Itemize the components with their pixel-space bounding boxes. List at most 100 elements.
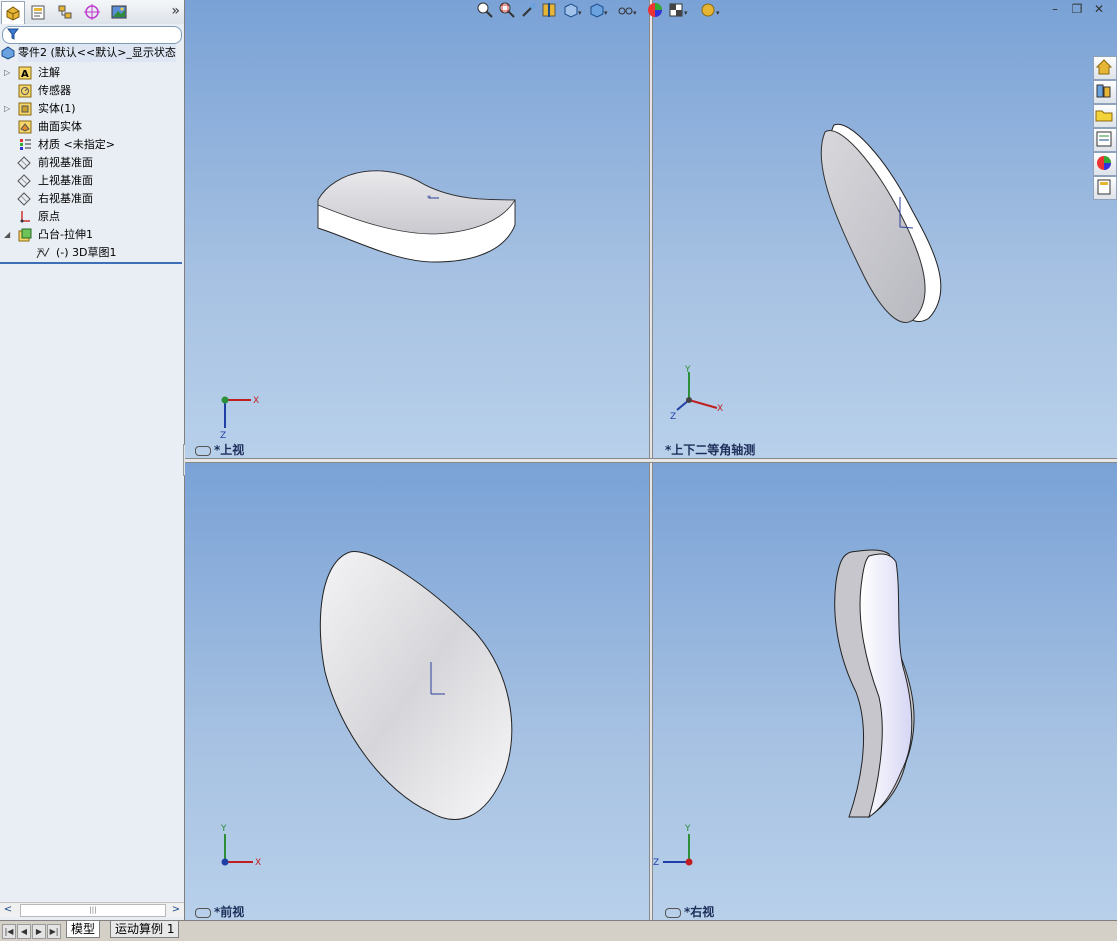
solid-body-icon [18, 102, 32, 116]
tree-item-label: 实体(1) [38, 102, 76, 115]
viewport-top[interactable]: * X Z *上视 [185, 0, 649, 458]
tree-item-label: (-) 3D草图1 [56, 246, 117, 259]
first-tab-icon[interactable]: |◀ [2, 924, 16, 939]
expand-icon[interactable]: ▷ [4, 64, 12, 82]
tree-item-label: 上视基准面 [38, 174, 93, 187]
tree-item-label: 前视基准面 [38, 156, 93, 169]
minimize-icon[interactable]: – [1047, 2, 1063, 16]
svg-text:A: A [21, 69, 29, 80]
tree-item-label: 曲面实体 [38, 120, 82, 133]
appearances-scenes-icon[interactable] [1093, 152, 1117, 176]
display-style-icon[interactable]: ▾ [589, 2, 608, 18]
bottom-tab-bar: |◀ ◀ ▶ ▶| 模型 运动算例 1 [0, 920, 1117, 941]
material-icon [18, 138, 32, 152]
svg-text:X: X [253, 396, 259, 406]
view-palette-icon[interactable] [1093, 128, 1117, 152]
svg-text:Z: Z [653, 858, 659, 868]
surface-body-icon [18, 120, 32, 134]
link-views-icon[interactable] [665, 907, 681, 918]
prev-tab-icon[interactable]: ◀ [17, 924, 31, 939]
viewport-label-top: *上视 [195, 441, 244, 458]
plane-icon [17, 156, 31, 170]
panel-tabs: » [0, 0, 184, 24]
part-icon [1, 46, 15, 60]
close-icon[interactable]: ✕ [1091, 2, 1107, 16]
restore-icon[interactable]: ❐ [1069, 2, 1085, 16]
tree-horizontal-scrollbar[interactable]: < ||| > [0, 902, 184, 917]
design-library-icon[interactable] [1093, 80, 1117, 104]
graphics-area: * X Z *上视 Y X Z *上下二等角轴测 Y X *前视 Y Z *右视… [185, 0, 1117, 920]
previous-view-icon[interactable] [521, 2, 537, 18]
view-settings-icon[interactable]: ▾ [701, 2, 720, 18]
edit-appearance-icon[interactable] [647, 2, 663, 18]
tree-root-label: 零件2 (默认<<默认>_显示状态 [18, 44, 176, 62]
hide-show-items-icon[interactable]: ▾ [617, 2, 637, 18]
svg-text:▾: ▾ [578, 9, 582, 17]
tree-item-label: 注解 [38, 66, 60, 79]
viewport-isometric[interactable]: Y X Z *上下二等角轴测 [651, 0, 1117, 458]
svg-text:Y: Y [684, 824, 691, 834]
origin-icon [18, 210, 32, 224]
tree-item-label: 凸台-拉伸1 [38, 228, 93, 241]
iso-view-model: Y X Z [670, 123, 942, 422]
extrude-icon [18, 228, 32, 242]
zoom-to-fit-icon[interactable] [477, 2, 493, 18]
svg-text:▾: ▾ [604, 9, 608, 17]
custom-properties-icon[interactable] [1093, 176, 1117, 200]
link-views-icon[interactable] [195, 907, 211, 918]
scroll-right-icon[interactable]: > [170, 904, 182, 916]
viewport-label-iso: *上下二等角轴测 [665, 443, 756, 457]
display-manager-icon[interactable] [108, 1, 130, 23]
view-orientation-icon[interactable]: ▾ [563, 2, 582, 18]
front-view-model: Y X [220, 551, 513, 868]
dimxpert-icon[interactable] [81, 1, 103, 23]
next-tab-icon[interactable]: ▶ [32, 924, 46, 939]
tree-filter-input[interactable] [2, 26, 182, 44]
property-manager-icon[interactable] [27, 1, 49, 23]
svg-text:Z: Z [670, 412, 676, 422]
section-view-icon[interactable] [541, 2, 557, 18]
right-view-model: Y Z [653, 549, 915, 868]
tab-motion-study[interactable]: 运动算例 1 [110, 921, 180, 938]
plane-icon [17, 192, 31, 206]
viewport-front[interactable]: Y X *前视 [185, 462, 649, 920]
svg-text:X: X [255, 858, 261, 868]
feature-manager-icon[interactable] [1, 1, 25, 24]
feature-manager-panel: » 零件2 (默认<<默认>_显示状态 ▷ A 注解 传感器 ▷ 实体(1) 曲… [0, 0, 185, 940]
svg-text:Y: Y [684, 365, 691, 375]
zoom-to-area-icon[interactable] [499, 2, 515, 18]
svg-text:▾: ▾ [684, 9, 688, 17]
tree-item-label: 原点 [38, 210, 60, 223]
file-explorer-icon[interactable] [1093, 104, 1117, 128]
svg-text:X: X [717, 404, 723, 414]
svg-text:3D: 3D [37, 248, 44, 254]
viewport-right[interactable]: Y Z *右视 [651, 462, 1117, 920]
viewport-label-right: *右视 [665, 903, 714, 920]
link-views-icon[interactable] [195, 445, 211, 456]
collapse-icon[interactable]: ◢ [4, 226, 12, 244]
svg-text:*: * [427, 194, 431, 203]
task-pane-tabs [1093, 56, 1117, 200]
svg-text:Z: Z [220, 431, 226, 441]
svg-text:▾: ▾ [716, 9, 720, 17]
plane-icon [17, 174, 31, 188]
tab-model[interactable]: 模型 [66, 921, 101, 938]
more-tabs-icon[interactable]: » [171, 3, 180, 19]
expand-icon[interactable]: ▷ [4, 100, 12, 118]
horizontal-splitter[interactable] [185, 458, 1117, 463]
svg-text:▾: ▾ [633, 9, 637, 17]
top-view-model: * X Z [220, 170, 516, 441]
rollback-bar[interactable] [0, 262, 182, 264]
scroll-left-icon[interactable]: < [2, 904, 14, 916]
sketch3d-icon: 3D [36, 246, 50, 260]
tree-item-label: 材质 <未指定> [38, 138, 115, 151]
apply-scene-icon[interactable]: ▾ [669, 2, 688, 18]
tree-item-label: 右视基准面 [38, 192, 93, 205]
last-tab-icon[interactable]: ▶| [47, 924, 61, 939]
scroll-thumb[interactable]: ||| [20, 904, 166, 917]
solidworks-resources-icon[interactable] [1093, 56, 1117, 80]
tree-item-label: 传感器 [38, 84, 71, 97]
filter-icon [6, 28, 20, 43]
configuration-manager-icon[interactable] [54, 1, 76, 23]
annotation-icon: A [18, 66, 32, 80]
